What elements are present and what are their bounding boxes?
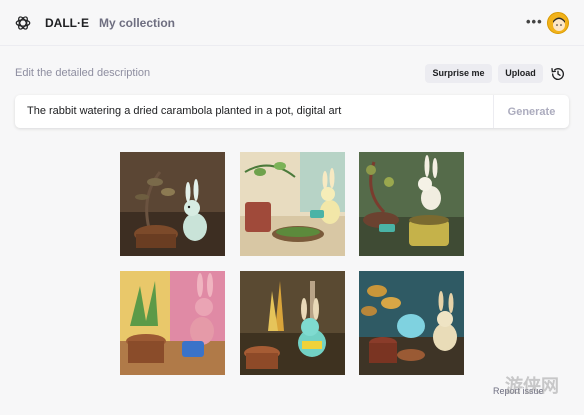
history-icon[interactable] [550,66,566,82]
rabbit-crystal-plant-image [359,271,464,375]
result-image[interactable] [240,271,345,375]
generate-button[interactable]: Generate [493,95,569,128]
result-image[interactable] [120,271,225,375]
result-image[interactable] [120,152,225,256]
surprise-me-button[interactable]: Surprise me [425,64,492,83]
brand-title[interactable]: DALL·E [45,16,89,30]
top-bar: DALL·E My collection ••• [0,0,584,46]
more-dots-icon[interactable]: ••• [526,15,543,28]
result-image[interactable] [359,271,464,375]
openai-logo-icon[interactable] [14,14,32,32]
rabbit-sapling-image [120,152,225,256]
upload-button[interactable]: Upload [498,64,543,83]
my-collection-link[interactable]: My collection [99,16,175,30]
result-image[interactable] [359,152,464,256]
result-image[interactable] [240,152,345,256]
prompt-bar: The rabbit watering a dried carambola pl… [15,95,569,128]
rabbit-green-pot-image [359,152,464,256]
pink-rabbit-watering-can-image [120,271,225,375]
image-results-grid [120,152,464,376]
avatar[interactable] [547,12,569,34]
rabbit-seedlings-image [240,152,345,256]
description-label: Edit the detailed description [15,67,151,79]
blue-rabbit-plant-image [240,271,345,375]
watermark-logo: 游侠网 [505,376,559,396]
prompt-input[interactable]: The rabbit watering a dried carambola pl… [27,105,341,117]
